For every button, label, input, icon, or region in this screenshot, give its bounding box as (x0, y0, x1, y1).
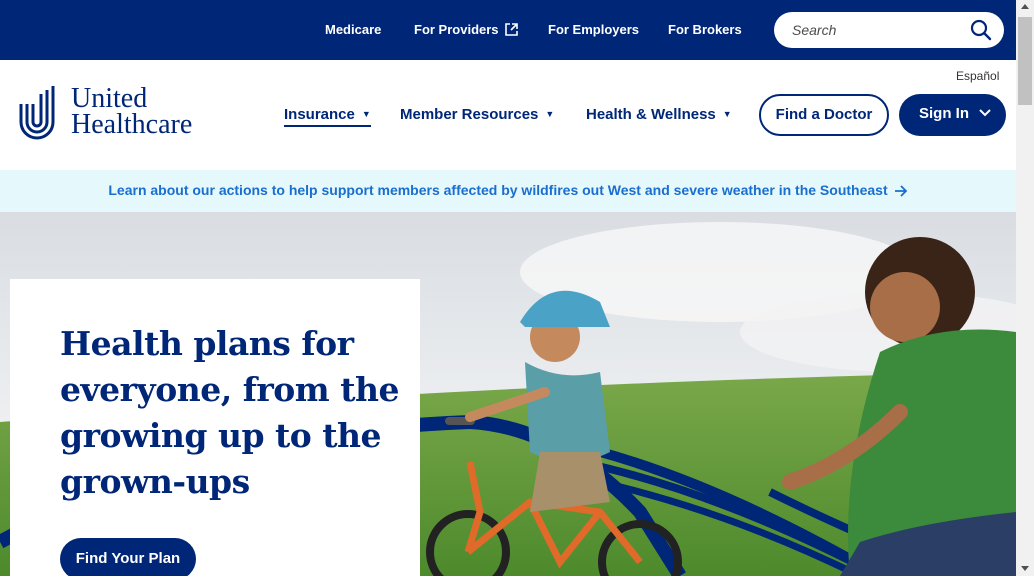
search-input[interactable] (792, 20, 962, 40)
scrollbar-thumb[interactable] (1018, 17, 1032, 105)
logo-line-healthcare: Healthcare (71, 109, 193, 140)
nav-insurance[interactable]: Insurance ▼ (284, 106, 371, 127)
caret-down-icon: ▼ (361, 109, 371, 119)
for-providers-label: For Providers (414, 22, 499, 37)
nav-member-resources[interactable]: Member Resources ▼ (400, 106, 554, 123)
for-providers-link[interactable]: For Providers (414, 22, 518, 37)
unitedhealthcare-logo[interactable]: United Healthcare (18, 84, 218, 146)
nav-health-wellness[interactable]: Health & Wellness ▼ (586, 106, 732, 123)
search-icon[interactable] (970, 19, 992, 41)
nav-health-wellness-label: Health & Wellness (586, 106, 716, 123)
u-shield-icon (19, 86, 55, 140)
hero-card: Health plans for everyone, from the grow… (10, 279, 420, 576)
alert-banner: Learn about our actions to help support … (0, 170, 1016, 212)
hero-section: Health plans for everyone, from the grow… (0, 212, 1016, 576)
vertical-scrollbar[interactable] (1016, 0, 1034, 576)
sign-in-label: Sign In (919, 105, 969, 122)
hero-title: Health plans for everyone, from the grow… (60, 324, 399, 501)
espanol-link[interactable]: Español (956, 69, 999, 83)
for-employers-link[interactable]: For Employers (548, 22, 639, 37)
arrow-right-icon (894, 185, 907, 197)
external-link-icon (504, 23, 518, 36)
medicare-link[interactable]: Medicare (325, 22, 381, 37)
find-your-plan-button[interactable]: Find Your Plan (60, 538, 196, 576)
sign-in-button[interactable]: Sign In (899, 94, 1006, 136)
search-box[interactable] (774, 12, 1004, 48)
nav-member-resources-label: Member Resources (400, 106, 539, 123)
caret-down-icon: ▼ (545, 109, 555, 119)
scroll-up-arrow-icon[interactable] (1021, 4, 1029, 9)
logo-wordmark: United Healthcare (71, 85, 193, 140)
scroll-down-arrow-icon[interactable] (1021, 566, 1029, 571)
chevron-down-icon (979, 109, 991, 117)
find-a-doctor-button[interactable]: Find a Doctor (759, 94, 889, 136)
caret-down-icon: ▼ (722, 109, 732, 119)
nav-insurance-label: Insurance (284, 106, 355, 123)
utility-bar: Medicare For Providers For Employers For… (0, 0, 1016, 60)
for-brokers-link[interactable]: For Brokers (668, 22, 742, 37)
main-header: United Healthcare Español Insurance ▼ Mem… (0, 60, 1016, 170)
alert-text: Learn about our actions to help support … (108, 182, 888, 198)
wildfire-alert-link[interactable]: Learn about our actions to help support … (108, 182, 907, 198)
